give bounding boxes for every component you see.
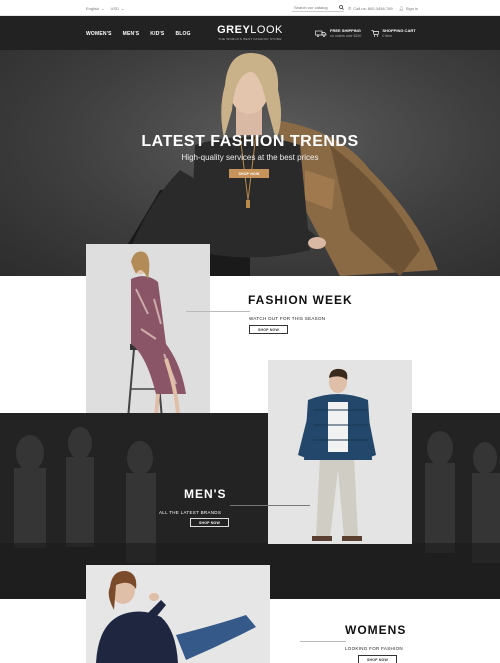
currency-selector[interactable]: USD ⌄ xyxy=(110,6,124,11)
mens-subtitle: ALL THE LATEST BRANDS xyxy=(159,510,222,515)
mens-shop-now-button[interactable]: SHOP NOW xyxy=(190,518,229,527)
womens-subtitle: LOOKING FOR FASHION xyxy=(345,646,403,651)
hero-subtitle: High-quality services at the best prices xyxy=(181,153,319,162)
language-label: English xyxy=(86,6,100,11)
truck-icon xyxy=(315,30,327,37)
chevron-down-icon: ⌄ xyxy=(120,6,125,11)
logo-grey: GREY xyxy=(217,24,251,36)
divider-line xyxy=(230,505,310,506)
fashion-week-image xyxy=(86,244,210,428)
divider-line xyxy=(300,641,346,642)
cart-count: 0 item xyxy=(382,34,392,38)
search-box xyxy=(292,4,344,12)
search-icon[interactable] xyxy=(339,5,344,10)
divider-line xyxy=(186,311,250,312)
hero-banner: LATEST FASHION TRENDS High-quality servi… xyxy=(0,50,500,276)
phone-link[interactable]: ✆ Call us: 800-3456-789 xyxy=(348,6,393,11)
mens-image xyxy=(268,360,412,544)
shopping-cart[interactable]: SHOPPING CART 0 item xyxy=(371,28,416,38)
logo-wordmark: GREYLOOK xyxy=(215,24,285,36)
hero-model-image xyxy=(108,52,438,276)
search-input[interactable] xyxy=(294,5,334,10)
main-header: WOMEN'S MEN'S KID'S BLOG GREYLOOK THE WO… xyxy=(0,16,500,50)
user-icon: 👤︎ xyxy=(398,6,404,11)
mens-title: MEN'S xyxy=(184,487,227,501)
cart-icon xyxy=(371,29,380,37)
nav-item-kids[interactable]: KID'S xyxy=(150,31,164,37)
locale-selectors: English ⌄ USD ⌄ xyxy=(86,6,124,11)
chevron-down-icon: ⌄ xyxy=(101,6,105,11)
contact-links: ✆ Call us: 800-3456-789 👤︎ Sign In xyxy=(348,6,418,11)
fashion-week-model-illustration xyxy=(86,244,210,428)
header-right: FREE SHIPPING on orders over $100 SHOPPIN… xyxy=(315,28,416,38)
phone-icon: ✆ xyxy=(348,6,352,11)
cart-title: SHOPPING CART xyxy=(382,28,416,33)
site-logo[interactable]: GREYLOOK THE WORLD'S BEST FASHION STORE xyxy=(215,24,285,41)
signin-link[interactable]: 👤︎ Sign In xyxy=(399,6,419,11)
womens-model-illustration xyxy=(86,565,270,663)
fashion-week-subtitle: WATCH OUT FOR THIS SEASON xyxy=(249,316,326,321)
currency-label: USD xyxy=(110,6,119,11)
language-selector[interactable]: English ⌄ xyxy=(86,6,104,11)
hero-shop-now-button[interactable]: SHOP NOW xyxy=(229,169,269,178)
womens-shop-now-button[interactable]: SHOP NOW xyxy=(358,655,397,663)
logo-look: LOOK xyxy=(250,24,283,36)
mens-model-illustration xyxy=(268,360,412,544)
main-nav: WOMEN'S MEN'S KID'S BLOG xyxy=(86,31,191,37)
hero-title: LATEST FASHION TRENDS xyxy=(141,133,359,150)
shipping-subtitle: on orders over $100 xyxy=(330,34,362,38)
womens-image xyxy=(86,565,270,663)
logo-tagline: THE WORLD'S BEST FASHION STORE xyxy=(218,37,282,41)
fashion-week-title: FASHION WEEK xyxy=(248,293,353,307)
free-shipping-info: FREE SHIPPING on orders over $100 xyxy=(315,28,361,38)
nav-item-womens[interactable]: WOMEN'S xyxy=(86,31,112,37)
signin-label: Sign In xyxy=(405,6,419,11)
womens-title: WOMENS xyxy=(345,623,407,637)
top-utility-bar: English⌄ USD⌄ ✆Call us: 800-3456-789 👤︎S… xyxy=(0,0,500,16)
shipping-title: FREE SHIPPING xyxy=(330,28,361,33)
fashion-week-shop-now-button[interactable]: SHOP NOW xyxy=(249,325,288,334)
nav-item-blog[interactable]: BLOG xyxy=(175,31,190,37)
nav-item-mens[interactable]: MEN'S xyxy=(123,31,140,37)
phone-label: Call us: 800-3456-789 xyxy=(353,6,393,11)
